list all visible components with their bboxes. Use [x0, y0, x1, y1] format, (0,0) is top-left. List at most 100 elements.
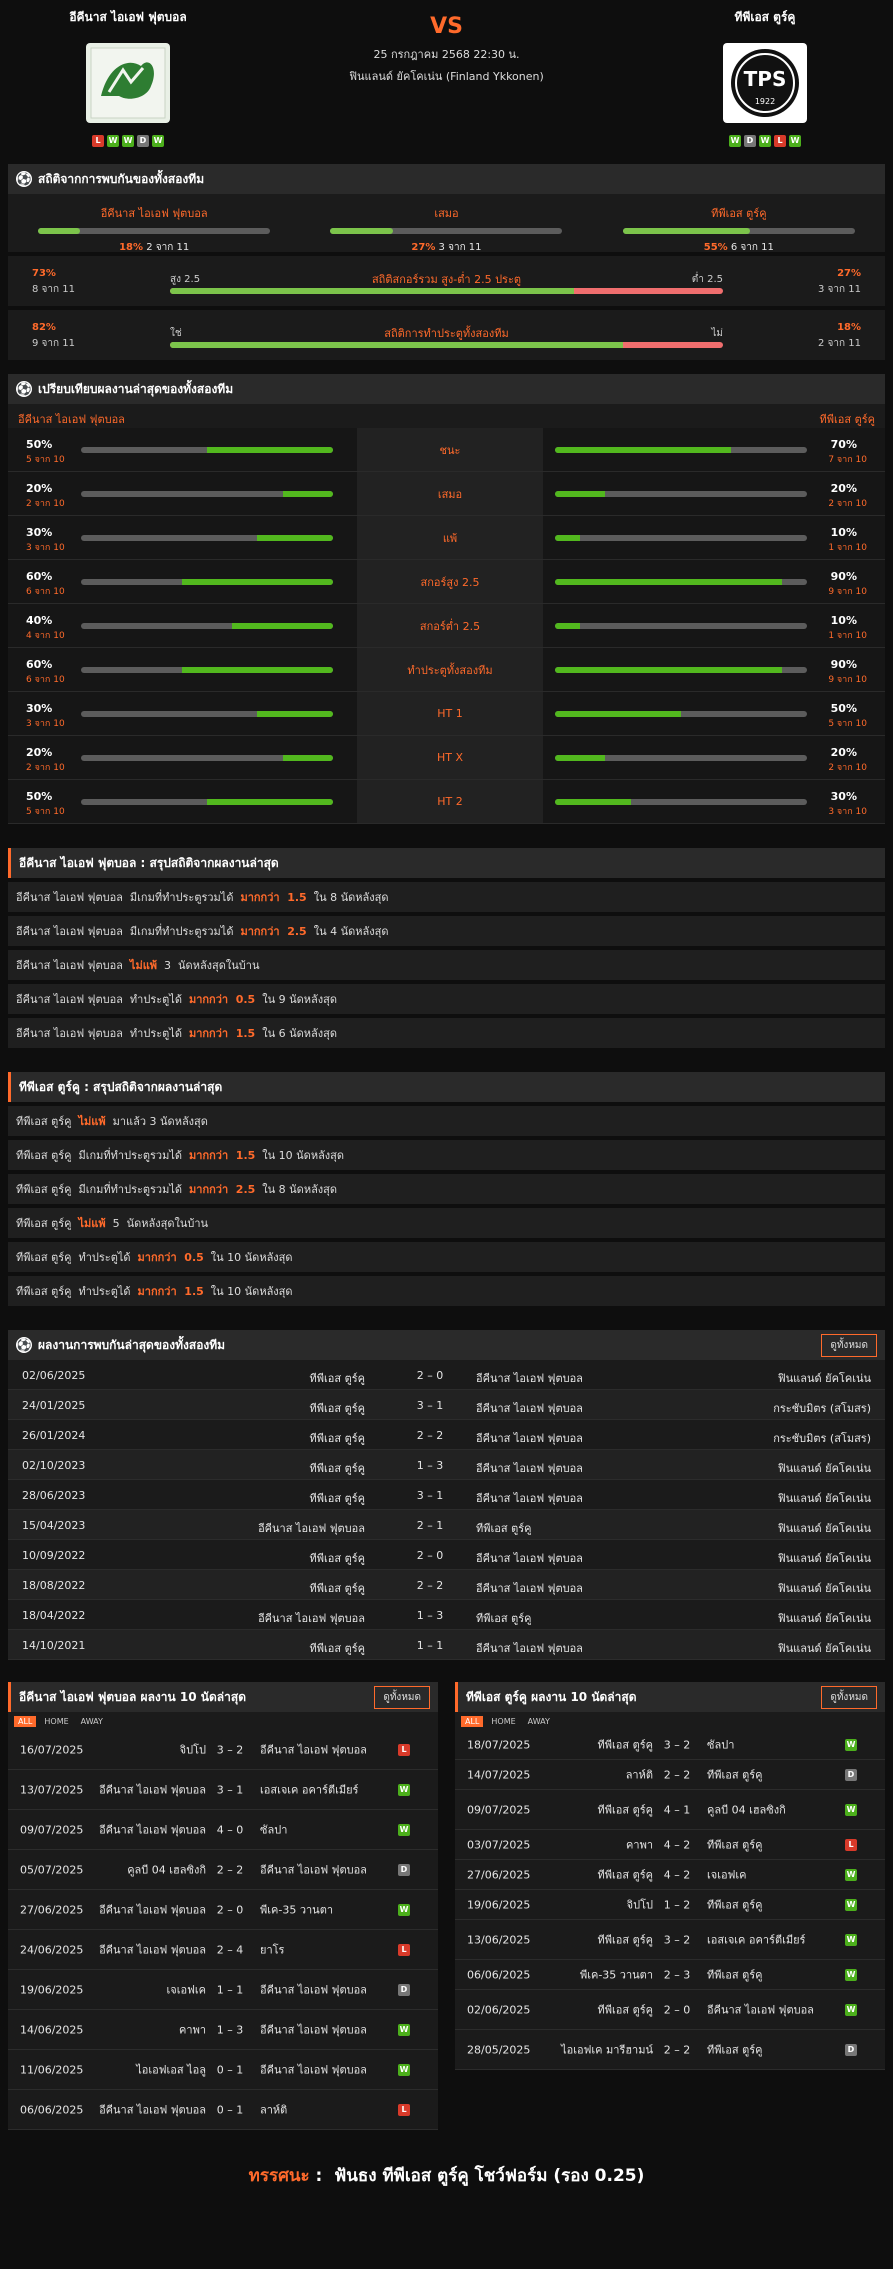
h2h-result-row[interactable]: 18/08/2022 ทีพีเอส ตูร์คู 2 – 2 อีคีนาส ไอเ…	[8, 1570, 885, 1600]
recent-date: 09/07/2025	[20, 1823, 84, 1836]
match-header: อีคีนาส ไอเอฟ ฟุตบอล LWWDW VS 25 กรกฎาคม…	[8, 0, 885, 160]
home-recent-tabs: ALL HOME AWAY	[8, 1712, 438, 1730]
h2h-result-row[interactable]: 10/09/2022 ทีพีเอส ตูร์คู 2 – 0 อีคีนาส ไอเ…	[8, 1540, 885, 1570]
h2h-stat-percent: 55% 6 จาก 11	[623, 240, 855, 255]
recent-match-row[interactable]: 14/06/2025 คาพา 1 – 3 อีคีนาส ไอเอฟ ฟุตบอล W	[8, 2010, 438, 2050]
h2h-result-row[interactable]: 24/01/2025 ทีพีเอส ตูร์คู 3 – 1 อีคีนาส ไอเ…	[8, 1390, 885, 1420]
result-date: 26/01/2024	[22, 1429, 86, 1442]
comparison-home-pct: 40%	[26, 614, 53, 627]
tab-home[interactable]: HOME	[40, 1716, 72, 1727]
over-under-stat: 73% 8 จาก 11 สูง 2.5 สถิติสกอร์รวม สูง-ต…	[8, 256, 885, 306]
h2h-result-row[interactable]: 14/10/2021 ทีพีเอส ตูร์คู 1 – 1 อีคีนาส ไอเ…	[8, 1630, 885, 1660]
recent-match-row[interactable]: 19/06/2025 เจเอฟเค 1 – 1 อีคีนาส ไอเอฟ ฟุตบ…	[8, 1970, 438, 2010]
recent-match-row[interactable]: 28/05/2025 ไอเอฟเค มารีฮามน์ 2 – 2 ทีพีเอส …	[455, 2030, 885, 2070]
recent-match-row[interactable]: 13/06/2025 ทีพีเอส ตูร์คู 3 – 2 เอสเจเค อคา…	[455, 1920, 885, 1960]
recent-home-team: ไอเอฟเค มารีฮามน์	[561, 2043, 653, 2056]
recent-away-team: อีคีนาส ไอเอฟ ฟุตบอล	[260, 1743, 367, 1756]
result-badge: W	[845, 1933, 857, 1946]
comparison-home-name: อีคีนาส ไอเอฟ ฟุตบอล	[18, 413, 125, 426]
h2h-result-row[interactable]: 26/01/2024 ทีพีเอส ตูร์คู 2 – 2 อีคีนาส ไอเ…	[8, 1420, 885, 1450]
comparison-home-bar-fill	[181, 667, 333, 673]
h2h-result-row[interactable]: 15/04/2023 อีคีนาส ไอเอฟ ฟุตบอล 2 – 1 ทีพีเ…	[8, 1510, 885, 1540]
recent-match-row[interactable]: 09/07/2025 อีคีนาส ไอเอฟ ฟุตบอล 4 – 0 ซัลปา…	[8, 1810, 438, 1850]
recent-match-row[interactable]: 13/07/2025 อีคีนาส ไอเอฟ ฟุตบอล 3 – 1 เอสเจ…	[8, 1770, 438, 1810]
comparison-away-bar	[555, 447, 807, 453]
comparison-row: 20% 2 จาก 10 เสมอ 20% 2 จาก 10	[8, 472, 885, 516]
recent-match-row[interactable]: 03/07/2025 คาพา 4 – 2 ทีพีเอส ตูร์คู L	[455, 1830, 885, 1860]
recent-match-row[interactable]: 27/06/2025 อีคีนาส ไอเอฟ ฟุตบอล 2 – 0 พีเค-…	[8, 1890, 438, 1930]
recent-match-row[interactable]: 06/06/2025 พีเค-35 วานตา 2 – 3 ทีพีเอส ตูร์…	[455, 1960, 885, 1990]
h2h-view-all-button[interactable]: ดูทั้งหมด	[821, 1334, 877, 1357]
recent-match-row[interactable]: 02/06/2025 ทีพีเอส ตูร์คู 2 – 0 อีคีนาส ไอเ…	[455, 1990, 885, 2030]
recent-score: 4 – 1	[663, 1803, 691, 1816]
recent-match-row[interactable]: 11/06/2025 ไอเอฟเอส ไอลู 0 – 1 อีคีนาส ไอเอ…	[8, 2050, 438, 2090]
recent-home-team: อีคีนาส ไอเอฟ ฟุตบอล	[99, 1783, 206, 1796]
away-facts-header: ทีพีเอส ตูร์คู : สรุปสถิติจากผลงานล่าสุด	[8, 1072, 885, 1102]
fact-highlight: ไม่แพ้	[129, 959, 158, 972]
comparison-away-bar-fill	[555, 579, 782, 585]
result-badge: L	[398, 1743, 410, 1756]
fact-text: ใน 4 นัดหลังสุด	[306, 925, 389, 938]
comparison-home-bar	[81, 799, 333, 805]
h2h-result-row[interactable]: 18/04/2022 อีคีนาส ไอเอฟ ฟุตบอล 1 – 3 ทีพีเ…	[8, 1600, 885, 1630]
home-recent-header: อีคีนาส ไอเอฟ ฟุตบอล ผลงาน 10 นัดล่าสุด …	[8, 1682, 438, 1712]
recent-match-row[interactable]: 06/06/2025 อีคีนาส ไอเอฟ ฟุตบอล 0 – 1 ลาห์ต…	[8, 2090, 438, 2130]
comparison-home-bar	[81, 535, 333, 541]
away-team[interactable]: ทีพีเอส ตูร์คู TPS 1922 WDWLW	[665, 8, 865, 147]
comparison-home-count: 3 จาก 10	[26, 719, 65, 729]
recent-match-row[interactable]: 16/07/2025 จิปโป 3 – 2 อีคีนาส ไอเอฟ ฟุตบอล…	[8, 1730, 438, 1770]
comparison-away-count: 9 จาก 10	[828, 587, 867, 597]
recent-match-row[interactable]: 09/07/2025 ทีพีเอส ตูร์คู 4 – 1 คูลบี 04 เฮ…	[455, 1790, 885, 1830]
comparison-header: ⚽ เปรียบเทียบผลงานล่าสุดของทั้งสองทีม	[8, 374, 885, 404]
result-competition: ฟินแลนด์ ยัคโคเน่น	[777, 1642, 871, 1655]
home-recent-view-all-button[interactable]: ดูทั้งหมด	[374, 1686, 430, 1709]
form-badge: D	[744, 135, 756, 147]
fact-row: ทีพีเอส ตูร์คู มีเกมที่ทำประตูรวมได้ มาก…	[8, 1174, 885, 1204]
recent-match-row[interactable]: 05/07/2025 คูลบี 04 เฮลซิงกิ 2 – 2 อีคีนาส …	[8, 1850, 438, 1890]
recent-home-team: อีคีนาส ไอเอฟ ฟุตบอล	[99, 2103, 206, 2116]
recent-score: 2 – 0	[663, 2003, 691, 2016]
recent-home-team: ไอเอฟเอส ไอลู	[136, 2063, 206, 2076]
recent-match-row[interactable]: 14/07/2025 ลาห์ติ 2 – 2 ทีพีเอส ตูร์คู D	[455, 1760, 885, 1790]
recent-date: 11/06/2025	[20, 2063, 84, 2076]
comparison-home-bar-fill	[181, 579, 333, 585]
result-home-team: ทีพีเอส ตูร์คู	[309, 1582, 366, 1595]
recent-home-team: จิปโป	[626, 1898, 653, 1911]
result-score: 2 – 0	[416, 1369, 444, 1382]
recent-match-row[interactable]: 18/07/2025 ทีพีเอส ตูร์คู 3 – 2 ซัลปา W	[455, 1730, 885, 1760]
recent-away-team: อีคีนาส ไอเอฟ ฟุตบอล	[260, 1863, 367, 1876]
tab-all[interactable]: ALL	[461, 1715, 484, 1727]
tab-away[interactable]: AWAY	[524, 1716, 554, 1727]
tab-all[interactable]: ALL	[14, 1715, 37, 1727]
comparison-away-pct: 70%	[830, 438, 857, 451]
comparison-title: เปรียบเทียบผลงานล่าสุดของทั้งสองทีม	[38, 381, 234, 396]
comparison-home-count: 4 จาก 10	[26, 631, 65, 641]
h2h-result-row[interactable]: 28/06/2023 ทีพีเอส ตูร์คู 3 – 1 อีคีนาส ไอเ…	[8, 1480, 885, 1510]
result-score: 1 – 3	[416, 1459, 444, 1472]
home-facts-header: อีคีนาส ไอเอฟ ฟุตบอล : สรุปสถิติจากผลงาน…	[8, 848, 885, 878]
recent-away-team: ทีพีเอส ตูร์คู	[707, 1968, 763, 1981]
result-badge: D	[398, 1983, 410, 1996]
h2h-result-row[interactable]: 02/06/2025 ทีพีเอส ตูร์คู 2 – 0 อีคีนาส ไอเ…	[8, 1360, 885, 1390]
h2h-result-row[interactable]: 02/10/2023 ทีพีเอส ตูร์คู 1 – 3 อีคีนาส ไอเ…	[8, 1450, 885, 1480]
comparison-metric-label: ทำประตูทั้งสองทีม	[357, 648, 543, 691]
recent-score: 2 – 0	[216, 1903, 244, 1916]
home-recent-list: 16/07/2025 จิปโป 3 – 2 อีคีนาส ไอเอฟ ฟุตบอล…	[8, 1730, 438, 2130]
recent-match-row[interactable]: 27/06/2025 ทีพีเอส ตูร์คู 4 – 2 เจเอฟเค W	[455, 1860, 885, 1890]
recent-date: 18/07/2025	[467, 1738, 531, 1751]
comparison-away-count: 9 จาก 10	[828, 675, 867, 685]
page: อีคีนาส ไอเอฟ ฟุตบอล LWWDW VS 25 กรกฎาคม…	[0, 0, 893, 2229]
comparison-metric-label: สกอร์สูง 2.5	[357, 560, 543, 603]
fact-text: ใน 8 นัดหลังสุด	[306, 891, 389, 904]
comparison-home-bar	[81, 579, 333, 585]
btts-bar-fill	[170, 342, 624, 348]
recent-score: 2 – 2	[663, 2043, 691, 2056]
recent-date: 14/06/2025	[20, 2023, 84, 2036]
recent-match-row[interactable]: 19/06/2025 จิปโป 1 – 2 ทีพีเอส ตูร์คู W	[455, 1890, 885, 1920]
away-recent-view-all-button[interactable]: ดูทั้งหมด	[821, 1686, 877, 1709]
h2h-stat-item: อีคีนาส ไอเอฟ ฟุตบอล 18% 2 จาก 11	[38, 204, 271, 253]
tab-home[interactable]: HOME	[487, 1716, 519, 1727]
recent-match-row[interactable]: 24/06/2025 อีคีนาส ไอเอฟ ฟุตบอล 2 – 4 ยาโร L	[8, 1930, 438, 1970]
tab-away[interactable]: AWAY	[77, 1716, 107, 1727]
h2h-stat-count: 3 จาก 11	[438, 242, 482, 253]
